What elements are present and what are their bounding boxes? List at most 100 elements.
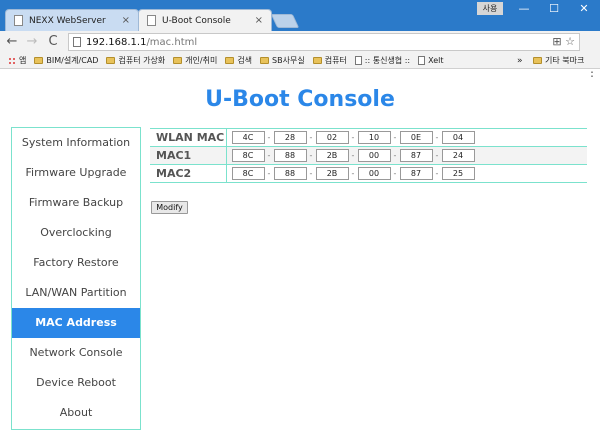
bookmarks-bar: 앱 BIM/설계/CAD 컴퓨터 가상화 개인/취미 검색 SB사무실 컴퓨터 …	[0, 53, 600, 69]
mac-octets: 8C -88-2B -00-87-25	[226, 164, 587, 183]
minimize-button[interactable]: —	[509, 0, 539, 18]
forward-button[interactable]: →	[24, 33, 40, 51]
sidebar-item-network-console[interactable]: Network Console	[12, 338, 140, 368]
sidebar-item-device-reboot[interactable]: Device Reboot	[12, 368, 140, 398]
bookmark-folder[interactable]: BIM/설계/CAD	[34, 55, 98, 66]
sidebar-nav: System Information Firmware Upgrade Firm…	[11, 127, 141, 430]
folder-icon	[106, 57, 116, 64]
close-tab-icon[interactable]: ×	[122, 15, 130, 26]
folder-icon	[312, 57, 322, 64]
bookmark-folder[interactable]: 검색	[225, 55, 252, 66]
octet-field[interactable]: 87	[399, 167, 433, 181]
octet-field[interactable]: 87	[399, 149, 433, 163]
bookmark-label: :: 통신생협 ::	[364, 56, 411, 65]
sidebar-item-factory-restore[interactable]: Factory Restore	[12, 248, 140, 278]
mac-octets: 8C -88-2B -00-87-24	[226, 146, 587, 165]
bookmarks-overflow-button[interactable]: »	[517, 56, 523, 66]
octet-field[interactable]: 24	[441, 149, 475, 163]
bookmark-page[interactable]: Xelt	[418, 56, 444, 65]
octet-separator: -	[309, 169, 313, 179]
page-icon	[14, 15, 23, 26]
table-row: WLAN MAC 4C -28-02-10-0E -04	[150, 128, 587, 147]
page-content: U-Boot Console System Information Firmwa…	[0, 70, 600, 438]
octet-separator: -	[351, 169, 355, 179]
bookmark-label: 검색	[237, 56, 253, 65]
folder-icon	[173, 57, 183, 64]
translate-star-icons[interactable]: ⊞ ☆	[552, 35, 575, 48]
octet-separator: -	[393, 151, 397, 161]
mac-address-table: WLAN MAC 4C -28-02-10-0E -04 MAC1 8C -88-2B…	[150, 128, 587, 183]
bookmark-label: 기타 북마크	[545, 56, 585, 65]
close-window-button[interactable]: ✕	[569, 0, 599, 18]
bookmark-label: 컴퓨터	[324, 56, 347, 65]
page-icon	[418, 56, 426, 65]
address-bar[interactable]: 192.168.1.1/mac.html ⊞ ☆	[68, 33, 580, 51]
octet-field[interactable]: 4C	[231, 131, 265, 145]
bookmark-label: SB사무실	[272, 56, 305, 65]
table-row: MAC1 8C -88-2B -00-87-24	[150, 146, 587, 165]
octet-field[interactable]: 2B	[315, 167, 349, 181]
octet-separator: -	[351, 151, 355, 161]
bookmark-page[interactable]: :: 통신생협 ::	[354, 55, 411, 66]
folder-icon	[533, 57, 542, 64]
bookmark-label: BIM/설계/CAD	[46, 56, 99, 65]
sidebar-item-firmware-upgrade[interactable]: Firmware Upgrade	[12, 158, 140, 188]
sidebar-item-mac-address[interactable]: MAC Address	[12, 308, 140, 338]
reload-button[interactable]: C	[45, 33, 61, 51]
octet-field[interactable]: 00	[357, 149, 391, 163]
browser-toolbar: ← → C 192.168.1.1/mac.html ⊞ ☆ ⋮	[0, 31, 600, 79]
octet-field[interactable]: 00	[357, 167, 391, 181]
octet-field[interactable]: 10	[357, 131, 391, 145]
octet-separator: -	[435, 151, 439, 161]
bookmark-label: 컴퓨터 가상화	[118, 56, 166, 65]
page-icon	[147, 15, 156, 26]
folder-icon	[260, 57, 270, 64]
octet-separator: -	[309, 133, 313, 143]
url-host: 192.168.1.1	[86, 36, 147, 48]
modify-button[interactable]: Modify	[151, 201, 188, 214]
tab-label: NEXX WebServer	[29, 15, 106, 26]
octet-separator: -	[309, 151, 313, 161]
octet-separator: -	[267, 151, 271, 161]
octet-field[interactable]: 0E	[399, 131, 433, 145]
octet-separator: -	[393, 133, 397, 143]
octet-field[interactable]: 88	[273, 149, 307, 163]
sidebar-item-overclocking[interactable]: Overclocking	[12, 218, 140, 248]
folder-icon	[225, 57, 235, 64]
bookmark-folder[interactable]: 컴퓨터 가상화	[106, 55, 165, 66]
sidebar-item-lan-wan-partition[interactable]: LAN/WAN Partition	[12, 278, 140, 308]
page-icon	[73, 37, 81, 47]
octet-separator: -	[435, 169, 439, 179]
sidebar-item-system-information[interactable]: System Information	[12, 128, 140, 158]
bookmark-folder[interactable]: 개인/취미	[173, 55, 217, 66]
sidebar-item-firmware-backup[interactable]: Firmware Backup	[12, 188, 140, 218]
tab-label: U-Boot Console	[162, 15, 231, 26]
user-profile-badge[interactable]: 사용	[477, 2, 503, 15]
maximize-button[interactable]: ☐	[539, 0, 569, 18]
octet-field[interactable]: 8C	[231, 149, 265, 163]
sidebar-item-about[interactable]: About	[12, 398, 140, 428]
close-tab-icon[interactable]: ×	[255, 15, 263, 26]
octet-field[interactable]: 88	[273, 167, 307, 181]
bookmark-label: Xelt	[428, 56, 444, 65]
octet-field[interactable]: 28	[273, 131, 307, 145]
back-button[interactable]: ←	[4, 33, 20, 51]
mac-row-label: MAC1	[150, 146, 227, 165]
new-tab-button[interactable]	[270, 14, 300, 28]
bookmark-apps[interactable]: 앱	[8, 55, 26, 66]
octet-field[interactable]: 2B	[315, 149, 349, 163]
bookmark-folder[interactable]: SB사무실	[260, 55, 305, 66]
page-title: U-Boot Console	[205, 87, 395, 112]
octet-field[interactable]: 25	[441, 167, 475, 181]
tab-u-boot-console[interactable]: U-Boot Console ×	[138, 9, 272, 31]
octet-field[interactable]: 02	[315, 131, 349, 145]
apps-icon	[8, 56, 16, 65]
page-icon	[354, 56, 362, 65]
mac-octets: 4C -28-02-10-0E -04	[226, 128, 587, 147]
bookmark-folder[interactable]: 컴퓨터	[312, 55, 347, 66]
octet-separator: -	[393, 169, 397, 179]
tab-nexx-webserver[interactable]: NEXX WebServer ×	[5, 9, 139, 31]
other-bookmarks[interactable]: 기타 북마크	[533, 55, 584, 66]
octet-field[interactable]: 04	[441, 131, 475, 145]
octet-field[interactable]: 8C	[231, 167, 265, 181]
